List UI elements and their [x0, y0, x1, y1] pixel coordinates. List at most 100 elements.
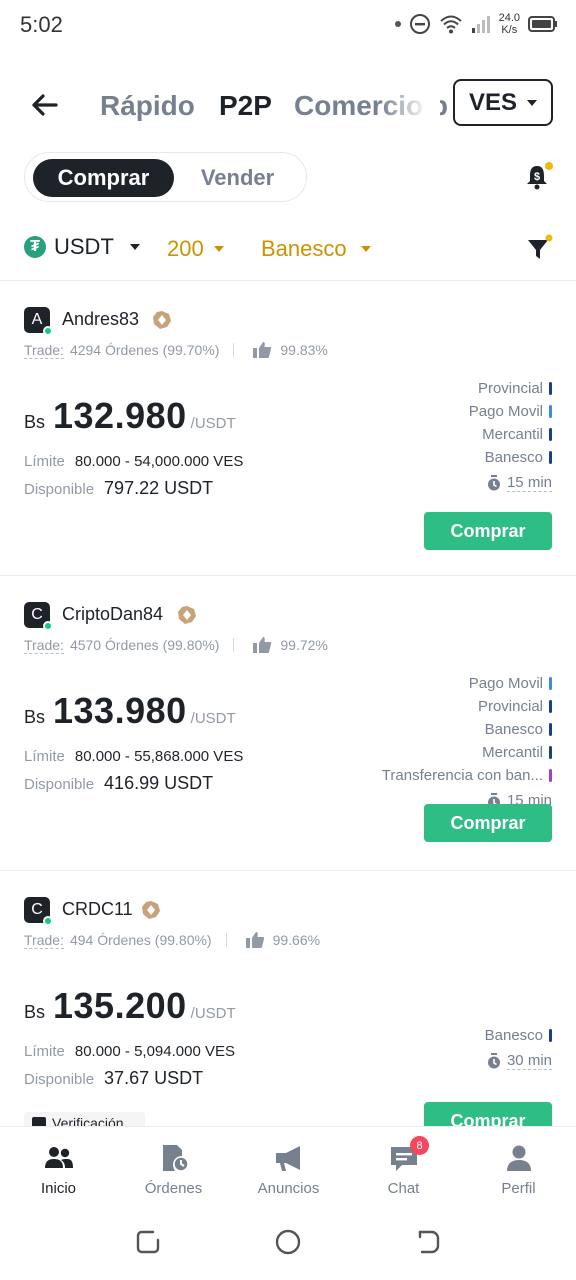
- divider: [225, 933, 227, 947]
- online-status-dot: [43, 326, 53, 336]
- caret-down-icon: [129, 244, 140, 250]
- nav-item-ordenes[interactable]: Órdenes: [116, 1127, 231, 1203]
- payment-method-label: Mercantil: [482, 426, 543, 443]
- merchant-badge-icon: [142, 901, 160, 919]
- limit-label: Límite: [24, 748, 65, 765]
- online-status-dot: [43, 916, 53, 926]
- available-value: 797.22 USDT: [104, 478, 214, 498]
- price-value: 133.980: [53, 690, 187, 731]
- payment-method-label: Pago Movil: [468, 403, 543, 420]
- nav-label-ordenes: Órdenes: [144, 1180, 203, 1197]
- nav-label-anuncios: Anuncios: [257, 1180, 320, 1197]
- price-row: Bs 133.980/USDT: [24, 690, 236, 732]
- price-unit: /USDT: [190, 1005, 236, 1022]
- coin-filter[interactable]: ₮ USDT: [24, 234, 140, 260]
- time-limit-value: 30 min: [506, 1052, 552, 1070]
- payment-method-label: Mercantil: [482, 744, 543, 761]
- avatar[interactable]: C: [24, 602, 53, 631]
- avatar[interactable]: A: [24, 307, 53, 336]
- payment-method: Mercantil: [469, 423, 552, 446]
- buy-button[interactable]: Comprar: [424, 804, 552, 842]
- status-time: 5:02: [20, 12, 63, 37]
- payment-methods: Banesco 30 min: [485, 1024, 552, 1075]
- orders-count: 494 Órdenes (99.80%): [69, 932, 212, 948]
- payment-color-bar: [549, 428, 552, 441]
- payment-methods: Pago Movil Provincial Banesco Mercantil Tran…: [382, 672, 552, 815]
- available-value: 37.67 USDT: [104, 1068, 204, 1088]
- payment-time-limit: 30 min: [485, 1047, 552, 1075]
- tab-p2p[interactable]: P2P: [219, 90, 272, 122]
- nav-item-perfil[interactable]: Perfil: [461, 1127, 576, 1203]
- payment-filter[interactable]: Banesco: [261, 236, 371, 262]
- online-status-dot: [43, 621, 53, 631]
- payment-method: Provincial: [469, 377, 552, 400]
- trade-label: Trade:: [24, 931, 64, 949]
- system-back-icon[interactable]: [414, 1228, 442, 1256]
- limit-row: Límite 80.000 - 55,868.000 VES: [24, 748, 243, 765]
- price-row: Bs 135.200/USDT: [24, 985, 236, 1027]
- price-alert-bell-icon[interactable]: $: [524, 162, 554, 192]
- limit-value: 80.000 - 55,868.000 VES: [74, 748, 244, 765]
- amount-filter-label: 200: [167, 236, 204, 261]
- payment-method-label: Pago Movil: [468, 675, 543, 692]
- wifi-icon: [439, 15, 462, 34]
- limit-row: Límite 80.000 - 5,094.000 VES: [24, 1043, 235, 1060]
- status-icons: 24.0 K/s: [394, 12, 558, 36]
- nav-item-chat[interactable]: 8 Chat: [346, 1127, 461, 1203]
- back-arrow-icon[interactable]: [28, 88, 62, 122]
- caret-down-icon: [527, 99, 538, 106]
- advertiser-name[interactable]: CriptoDan84: [62, 604, 163, 625]
- trade-stats: Trade: 4570 Órdenes (99.80%) 99.72%: [24, 636, 328, 654]
- home-users-icon: [44, 1147, 73, 1168]
- available-row: Disponible 797.22 USDT: [24, 478, 213, 499]
- payment-filter-label: Banesco: [261, 236, 347, 261]
- toggle-buy-button[interactable]: Comprar: [33, 159, 174, 197]
- signal-icon: [471, 16, 490, 33]
- limit-value: 80.000 - 5,094.000 VES: [74, 1043, 235, 1060]
- available-value: 416.99 USDT: [104, 773, 214, 793]
- thumbs-up-icon: [245, 932, 264, 948]
- home-circle-icon[interactable]: [274, 1228, 302, 1256]
- avatar[interactable]: C: [24, 897, 53, 926]
- ad-card[interactable]: A Andres83 Trade: 4294 Órdenes (99.70%) 99.8…: [0, 281, 576, 576]
- advertiser-name[interactable]: Andres83: [62, 309, 139, 330]
- payment-color-bar: [549, 677, 552, 690]
- payment-color-bar: [549, 405, 552, 418]
- payment-color-bar: [549, 382, 552, 395]
- price-unit: /USDT: [190, 415, 236, 432]
- payment-color-bar: [549, 769, 552, 782]
- avatar-letter: A: [31, 311, 43, 328]
- divider: [233, 638, 235, 652]
- thumbs-up-icon: [253, 637, 272, 653]
- trade-stats: Trade: 494 Órdenes (99.80%) 99.66%: [24, 931, 320, 949]
- available-row: Disponible 37.67 USDT: [24, 1068, 203, 1089]
- available-label: Disponible: [24, 481, 95, 498]
- avatar-letter: C: [31, 901, 43, 918]
- merchant-badge-icon: [153, 311, 171, 329]
- toggle-sell-button[interactable]: Vender: [175, 159, 300, 197]
- payment-method-label: Provincial: [477, 698, 543, 715]
- advertiser-name[interactable]: CRDC11: [62, 899, 133, 920]
- nav-item-inicio[interactable]: Inicio: [1, 1127, 116, 1203]
- payment-method: Banesco: [469, 446, 552, 469]
- recent-apps-icon[interactable]: [134, 1228, 162, 1256]
- nav-label-perfil: Perfil: [501, 1180, 536, 1197]
- price-row: Bs 132.980/USDT: [24, 395, 236, 437]
- ad-card[interactable]: C CRDC11 Trade: 494 Órdenes (99.80%) 99.66% B…: [0, 871, 576, 1166]
- fiat-currency-selector[interactable]: VES: [453, 79, 553, 126]
- speed-unit: K/s: [501, 24, 518, 36]
- network-speed: 24.0 K/s: [499, 12, 520, 36]
- tab-rapido[interactable]: Rápido: [100, 90, 195, 122]
- caret-down-icon: [213, 246, 224, 252]
- payment-method: Banesco: [382, 718, 552, 741]
- payment-method: Mercantil: [382, 741, 552, 764]
- nav-label-inicio: Inicio: [40, 1180, 77, 1197]
- buy-button[interactable]: Comprar: [424, 512, 552, 550]
- payment-method: Banesco: [485, 1024, 552, 1047]
- payment-method: Pago Movil: [469, 400, 552, 423]
- amount-filter[interactable]: 200: [167, 236, 224, 262]
- filter-funnel-icon[interactable]: [527, 234, 553, 262]
- nav-item-anuncios[interactable]: Anuncios: [231, 1127, 346, 1203]
- ad-card[interactable]: C CriptoDan84 Trade: 4570 Órdenes (99.80%) 9…: [0, 576, 576, 871]
- available-label: Disponible: [24, 776, 95, 793]
